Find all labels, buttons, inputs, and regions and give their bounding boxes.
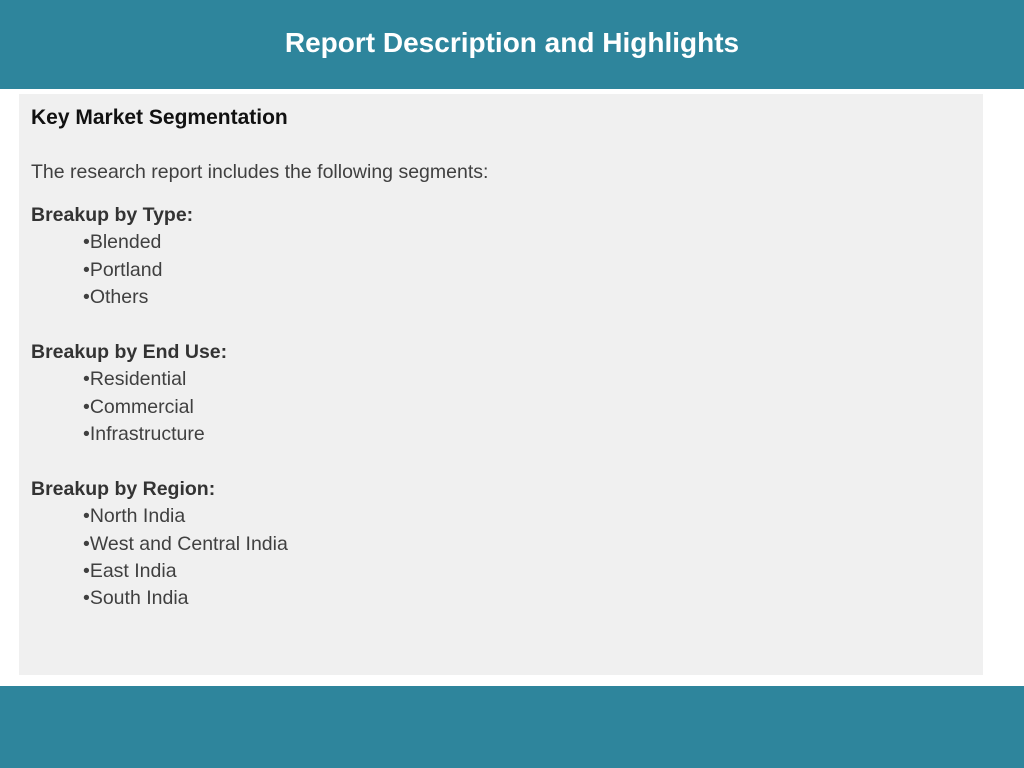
list-item: West and Central India bbox=[83, 531, 288, 558]
list-item: Residential bbox=[83, 366, 227, 393]
segment-end-use: Breakup by End Use: Residential Commerci… bbox=[31, 339, 227, 448]
segment-title: Breakup by End Use: bbox=[31, 341, 228, 363]
segment-region: Breakup by Region: North India West and … bbox=[31, 476, 288, 612]
segment-type: Breakup by Type: Blended Portland Others bbox=[31, 202, 193, 311]
footer-bar bbox=[0, 686, 1024, 768]
segment-title: Breakup by Type: bbox=[31, 204, 194, 226]
list-item: North India bbox=[83, 503, 288, 530]
slide-title: Report Description and Highlights bbox=[284, 27, 740, 58]
list-item: Others bbox=[83, 284, 193, 311]
segment-list: Blended Portland Others bbox=[31, 229, 193, 311]
segment-list: Residential Commercial Infrastructure bbox=[31, 366, 227, 448]
list-item: Infrastructure bbox=[83, 421, 227, 448]
segment-list: North India West and Central India East … bbox=[31, 503, 288, 612]
intro-text: The research report includes the followi… bbox=[31, 161, 489, 183]
list-item: Commercial bbox=[83, 394, 227, 421]
content-panel: Key Market Segmentation The research rep… bbox=[19, 94, 983, 675]
header-bar: Report Description and Highlights bbox=[0, 0, 1024, 89]
segment-title: Breakup by Region: bbox=[31, 478, 216, 500]
list-item: Portland bbox=[83, 257, 193, 284]
slide: Report Description and Highlights Key Ma… bbox=[0, 0, 1024, 768]
section-heading: Key Market Segmentation bbox=[31, 106, 288, 129]
list-item: East India bbox=[83, 558, 288, 585]
list-item: Blended bbox=[83, 229, 193, 256]
list-item: South India bbox=[83, 585, 288, 612]
